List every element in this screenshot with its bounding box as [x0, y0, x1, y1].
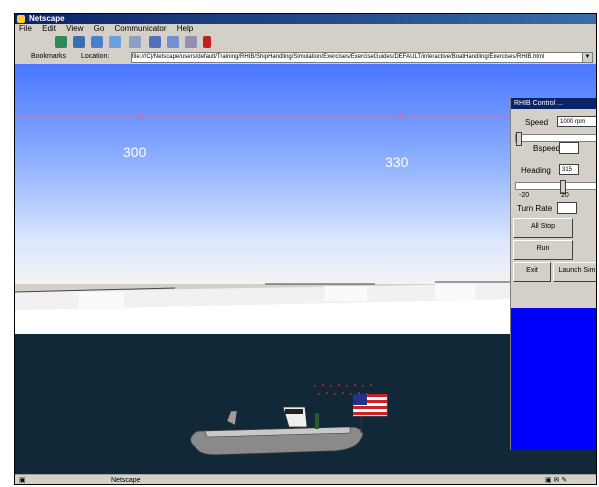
stop-icon[interactable] — [203, 36, 211, 48]
speed-field[interactable]: 1000 rpm — [557, 116, 596, 127]
forward-icon[interactable] — [73, 36, 85, 48]
status-security-icon: ▣ — [19, 477, 26, 484]
menu-file[interactable]: File — [19, 24, 32, 33]
search-icon[interactable] — [129, 36, 141, 48]
slider-min-label: -20 — [519, 192, 530, 199]
all-stop-button[interactable]: All Stop — [513, 218, 573, 238]
location-label: Location: — [81, 53, 110, 60]
flag-wake-dots — [314, 384, 372, 395]
speed-slider[interactable] — [515, 132, 596, 146]
heading-label: Heading — [521, 166, 551, 175]
netscape-app-icon — [17, 15, 25, 23]
vrml-viewport[interactable]: 300 330 RHIB Control ... Speed 1000 rpm … — [15, 64, 596, 474]
menu-view[interactable]: View — [66, 24, 83, 33]
home-icon[interactable] — [109, 36, 121, 48]
menu-help[interactable]: Help — [177, 24, 193, 33]
status-bar: ▣ Netscape ▣ ✉ ✎ — [15, 474, 596, 484]
print-icon[interactable] — [167, 36, 179, 48]
speed-label: Speed — [525, 118, 549, 127]
netscape-icon[interactable] — [149, 36, 161, 48]
back-icon[interactable] — [55, 36, 67, 48]
window-title: Netscape — [29, 14, 65, 23]
heading-field[interactable]: 315 — [559, 164, 579, 175]
menu-go[interactable]: Go — [94, 24, 105, 33]
rhib-control-panel: RHIB Control ... Speed 1000 rpm Bspeed H… — [510, 98, 596, 450]
speed-slider-thumb[interactable] — [516, 132, 522, 146]
turn-rate-field[interactable] — [557, 202, 577, 214]
slider-max-label: 20 — [561, 192, 569, 199]
heading-label-right: 330 — [385, 154, 409, 170]
menu-edit[interactable]: Edit — [42, 24, 56, 33]
status-text: Netscape — [111, 477, 141, 484]
panel-title: RHIB Control ... — [514, 100, 564, 107]
bookmarks-button[interactable]: Bookmarks — [31, 50, 66, 64]
url-input[interactable]: file:///C|/Netscape/users/default/Traini… — [131, 52, 583, 63]
panel-display-area — [511, 308, 596, 450]
window-titlebar: Netscape — [15, 14, 596, 24]
heading-slider[interactable] — [515, 180, 596, 194]
reload-icon[interactable] — [91, 36, 103, 48]
menu-bar: File Edit View Go Communicator Help — [15, 24, 596, 34]
turn-rate-label: Turn Rate — [517, 204, 553, 213]
panel-titlebar: RHIB Control ... — [511, 98, 596, 109]
exit-button[interactable]: Exit — [513, 262, 551, 282]
run-button[interactable]: Run — [513, 240, 573, 260]
url-dropdown-button[interactable]: ▼ — [582, 52, 593, 63]
security-icon[interactable] — [185, 36, 197, 48]
bspeed-label: Bspeed — [533, 144, 561, 153]
launch-sim-button[interactable]: Launch Sim — [553, 262, 596, 282]
navigation-toolbar — [15, 34, 596, 51]
location-bar: Bookmarks Location: file:///C|/Netscape/… — [15, 50, 596, 64]
heading-label-left: 300 — [123, 144, 147, 160]
browser-window: Netscape File Edit View Go Communicator … — [14, 13, 597, 485]
bspeed-field[interactable] — [559, 142, 579, 154]
menu-communicator[interactable]: Communicator — [115, 24, 167, 33]
status-component-icons[interactable]: ▣ ✉ ✎ — [545, 475, 567, 484]
